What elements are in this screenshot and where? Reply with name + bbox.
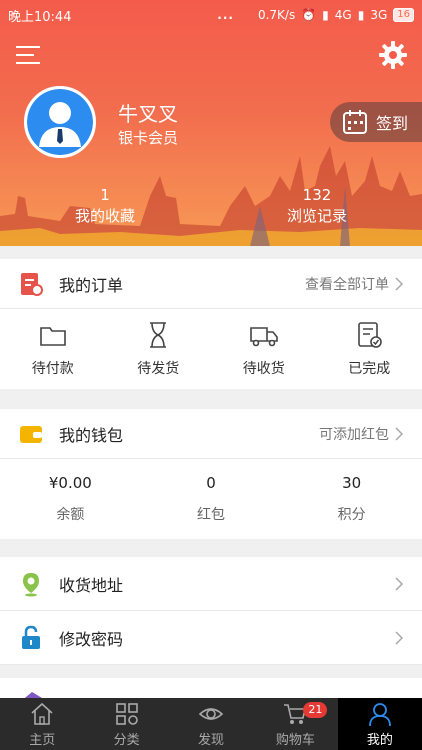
address-chevron (395, 576, 404, 591)
network-type-1: 4G (334, 8, 352, 22)
hourglass-icon (150, 322, 167, 348)
order-pending-shipment[interactable]: 待发货 (106, 309, 212, 389)
signal-icon: ▮ (322, 8, 329, 22)
orders-card: 我的订单 查看全部订单 待付款 待发货 待收货 已完成 (0, 259, 422, 389)
password-label: 修改密码 (59, 629, 124, 649)
redpacket-label: 红包 (197, 507, 225, 523)
address-label: 收货地址 (59, 575, 124, 595)
redpacket-stat[interactable]: 0 红包 (141, 459, 282, 539)
favorites-stat[interactable]: 1 我的收藏 (45, 186, 165, 228)
network-speed: 0.7K/s (257, 8, 296, 22)
status-bar: 晚上10:44 ... 0.7K/s ⏰ ▮ 4G ▮ 3G 16 (0, 0, 422, 30)
order-pending-payment-label: 待付款 (31, 361, 74, 377)
order-completed[interactable]: 已完成 (317, 309, 422, 389)
add-redpacket-link[interactable]: 可添加红包 (319, 424, 404, 444)
view-all-orders-label: 查看全部订单 (305, 276, 389, 293)
cart-badge: 21 (303, 702, 328, 718)
tab-mine-label: 我的 (366, 732, 393, 748)
folder-icon (39, 327, 66, 346)
history-stat[interactable]: 132 浏览记录 (257, 186, 377, 228)
tab-home-label: 主页 (29, 732, 56, 748)
orders-header-row[interactable]: 我的订单 查看全部订单 (0, 259, 422, 309)
tab-home[interactable]: 主页 (0, 698, 84, 750)
favorites-count: 1 (100, 186, 110, 204)
tab-cart[interactable]: 21 购物车 (253, 698, 337, 750)
order-pending-receipt-label: 待收货 (242, 361, 285, 377)
order-status-row: 待付款 待发货 待收货 已完成 (0, 309, 422, 389)
tab-discover[interactable]: 发现 (169, 698, 253, 750)
chevron-right-icon (395, 426, 404, 441)
order-completed-label: 已完成 (348, 361, 391, 377)
password-row[interactable]: 修改密码 (0, 611, 422, 665)
favorites-label: 我的收藏 (74, 207, 135, 225)
order-list-icon (21, 272, 43, 296)
home-icon (31, 702, 53, 725)
avatar[interactable] (24, 86, 96, 158)
order-pending-payment[interactable]: 待付款 (0, 309, 106, 389)
checklist-icon (358, 322, 383, 348)
points-label: 积分 (337, 507, 366, 523)
redpacket-value: 0 (206, 474, 216, 492)
alarm-icon: ⏰ (301, 8, 317, 22)
points-stat[interactable]: 30 积分 (281, 459, 422, 539)
signin-button[interactable]: 签到 (330, 102, 422, 142)
username: 牛叉叉 (118, 102, 178, 126)
tab-discover-label: 发现 (198, 732, 225, 748)
balance-value: ¥0.00 (48, 474, 92, 492)
history-count: 132 (302, 186, 332, 204)
battery-icon: 16 (393, 8, 414, 22)
user-avatar-icon (27, 89, 93, 155)
history-label: 浏览记录 (286, 207, 347, 225)
tab-mine[interactable]: 我的 (337, 698, 422, 750)
signal-icon-2: ▮ (357, 8, 365, 22)
bottom-tab-bar: 主页 分类 发现 21 购物车 我的 (0, 698, 422, 750)
view-all-orders-link[interactable]: 查看全部订单 (305, 274, 404, 294)
chevron-right-icon (395, 630, 404, 645)
password-chevron (395, 630, 404, 645)
address-row[interactable]: 收货地址 (0, 557, 422, 611)
balance-label: 余额 (56, 507, 85, 523)
chevron-right-icon (395, 276, 404, 291)
status-time: 晚上10:44 (8, 9, 72, 25)
wallet-header-row[interactable]: 我的钱包 可添加红包 (0, 409, 422, 459)
status-indicators: ... 0.7K/s ⏰ ▮ 4G ▮ 3G 16 (217, 8, 414, 22)
order-pending-shipment-label: 待发货 (137, 361, 180, 377)
location-pin-icon (23, 572, 39, 596)
balance-stat[interactable]: ¥0.00 余额 (0, 459, 141, 539)
member-level: 银卡会员 (118, 129, 179, 147)
chevron-right-icon (395, 576, 404, 591)
orders-title: 我的订单 (59, 275, 124, 295)
notification-dots: ... (217, 8, 234, 22)
wallet-title: 我的钱包 (59, 425, 124, 445)
wallet-icon (20, 425, 42, 443)
signin-label: 签到 (376, 114, 409, 133)
calendar-icon (343, 110, 367, 134)
tab-category[interactable]: 分类 (84, 698, 168, 750)
next-section-peek (0, 678, 422, 702)
add-redpacket-label: 可添加红包 (319, 426, 389, 443)
eye-icon (198, 707, 224, 720)
wallet-stats-row: ¥0.00 余额 0 红包 30 积分 (0, 459, 422, 539)
menu-icon[interactable] (16, 44, 42, 66)
order-pending-receipt[interactable]: 待收货 (211, 309, 317, 389)
points-value: 30 (342, 474, 362, 492)
category-icon (115, 702, 138, 725)
lock-icon (22, 625, 40, 649)
tab-cart-label: 购物车 (275, 732, 315, 748)
user-icon (368, 702, 391, 726)
network-type-2: 3G (370, 8, 388, 22)
settings-card: 收货地址 修改密码 (0, 557, 422, 665)
tab-category-label: 分类 (113, 732, 140, 748)
profile-header: 晚上10:44 ... 0.7K/s ⏰ ▮ 4G ▮ 3G 16 牛叉叉 银卡… (0, 0, 422, 246)
truck-icon (249, 327, 278, 347)
gear-icon[interactable] (379, 41, 407, 69)
wallet-card: 我的钱包 可添加红包 ¥0.00 余额 0 红包 30 积分 (0, 409, 422, 539)
